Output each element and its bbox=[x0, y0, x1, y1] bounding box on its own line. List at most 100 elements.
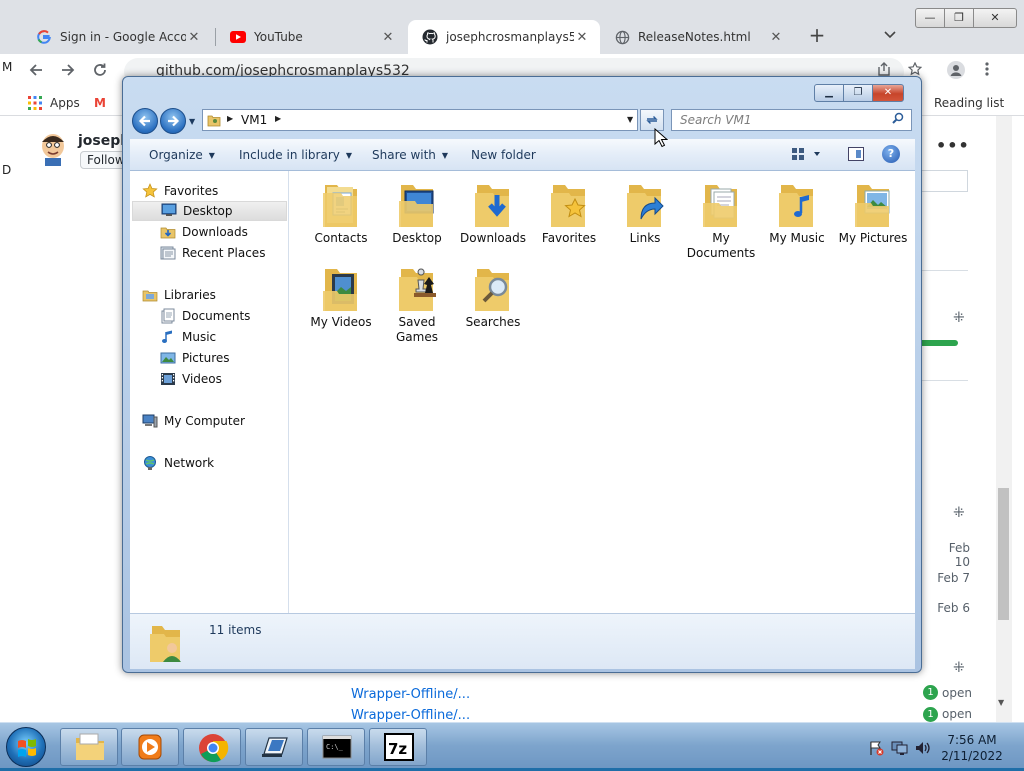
system-clock[interactable]: 7:56 AM 2/11/2022 bbox=[936, 732, 1008, 764]
new-tab-button[interactable]: + bbox=[806, 25, 828, 47]
move-icon[interactable]: ⁜ bbox=[953, 505, 965, 521]
address-dropdown-icon[interactable]: ▼ bbox=[627, 115, 633, 124]
share-with-button[interactable]: Share with ▼ bbox=[372, 148, 448, 162]
back-arrow-icon[interactable] bbox=[26, 62, 46, 82]
nav-music[interactable]: Music bbox=[160, 327, 216, 347]
change-view-icon[interactable] bbox=[792, 147, 822, 164]
recent-pages-chevron-icon[interactable]: ▼ bbox=[189, 117, 195, 126]
forward-button[interactable] bbox=[160, 108, 186, 134]
back-button[interactable] bbox=[132, 108, 158, 134]
tab-close-icon[interactable]: ✕ bbox=[768, 30, 784, 45]
folder-item-links[interactable]: Links bbox=[607, 179, 683, 246]
action-center-flag-icon[interactable] bbox=[868, 740, 884, 759]
taskbar-explorer[interactable] bbox=[60, 728, 118, 766]
folder-item-searches[interactable]: Searches bbox=[455, 263, 531, 330]
minimize-icon[interactable]: — bbox=[915, 8, 945, 28]
folder-item-favorites[interactable]: Favorites bbox=[531, 179, 607, 246]
minimize-icon[interactable]: ▁ bbox=[814, 84, 844, 102]
scrollbar-thumb[interactable] bbox=[998, 488, 1009, 620]
clock-time: 7:56 AM bbox=[947, 733, 997, 747]
pictures-icon bbox=[160, 350, 176, 366]
google-icon bbox=[36, 29, 52, 45]
help-icon[interactable]: ? bbox=[882, 145, 900, 163]
organize-button[interactable]: Organize ▼ bbox=[149, 148, 215, 162]
progress-bar bbox=[920, 340, 958, 346]
more-options-icon[interactable]: ••• bbox=[936, 136, 970, 155]
taskbar-chrome[interactable] bbox=[183, 728, 241, 766]
open-issues-badge[interactable]: 1 open bbox=[923, 685, 972, 700]
bookmark-apps[interactable]: Apps bbox=[28, 96, 80, 110]
folder-item-my-music[interactable]: My Music bbox=[759, 179, 835, 246]
search-box[interactable] bbox=[671, 109, 912, 131]
follow-button[interactable]: Follow bbox=[80, 151, 126, 169]
avatar[interactable] bbox=[38, 132, 68, 166]
tab-close-icon[interactable]: ✕ bbox=[380, 30, 396, 45]
folder-item-downloads[interactable]: Downloads bbox=[455, 179, 531, 246]
network-status-icon[interactable] bbox=[891, 740, 909, 759]
taskbar-media-player[interactable] bbox=[121, 728, 179, 766]
file-link[interactable]: Wrapper-Offline/... bbox=[351, 687, 470, 702]
reload-icon[interactable] bbox=[90, 62, 110, 82]
nav-network[interactable]: Network bbox=[142, 453, 214, 473]
nav-libraries[interactable]: Libraries bbox=[142, 285, 216, 305]
forward-arrow-icon[interactable] bbox=[58, 62, 78, 82]
move-icon[interactable]: ⁜ bbox=[953, 310, 965, 326]
reading-list[interactable]: Reading list bbox=[934, 96, 1004, 110]
nav-recent-places[interactable]: Recent Places bbox=[160, 243, 265, 263]
maximize-icon[interactable]: ❐ bbox=[944, 8, 974, 28]
divider bbox=[920, 270, 968, 271]
scroll-down-icon[interactable]: ▼ bbox=[998, 698, 1004, 707]
page-scrollbar[interactable] bbox=[996, 116, 1012, 722]
address-bar[interactable]: ▶ VM1 ▶ ▼ bbox=[202, 109, 638, 131]
nav-downloads[interactable]: Downloads bbox=[160, 222, 248, 242]
new-folder-button[interactable]: New folder bbox=[471, 148, 536, 162]
include-in-library-button[interactable]: Include in library ▼ bbox=[239, 148, 352, 162]
chrome-menu-icon[interactable] bbox=[984, 61, 990, 81]
gmail-icon[interactable]: M bbox=[94, 96, 106, 110]
nav-documents[interactable]: Documents bbox=[160, 306, 250, 326]
taskbar-command-prompt[interactable]: C:\_ bbox=[307, 728, 365, 766]
nav-videos[interactable]: Videos bbox=[160, 369, 222, 389]
taskbar-virtual-machine[interactable] bbox=[245, 728, 303, 766]
documents-icon bbox=[160, 308, 176, 324]
nav-desktop[interactable]: Desktop bbox=[132, 201, 287, 221]
taskbar-7zip[interactable]: 7z bbox=[369, 728, 427, 766]
volume-icon[interactable] bbox=[914, 740, 932, 759]
search-input[interactable] bbox=[678, 112, 878, 128]
nav-my-computer[interactable]: My Computer bbox=[142, 411, 245, 431]
user-folder-icon bbox=[148, 620, 188, 667]
close-icon[interactable]: ✕ bbox=[973, 8, 1017, 28]
folder-item-my-videos[interactable]: My Videos bbox=[303, 263, 379, 330]
nav-pictures[interactable]: Pictures bbox=[160, 348, 230, 368]
breadcrumb-arrow-icon[interactable]: ▶ bbox=[275, 114, 281, 123]
tab-youtube[interactable]: YouTube ✕ bbox=[216, 20, 406, 54]
search-icon[interactable] bbox=[892, 112, 904, 127]
breadcrumb-arrow-icon[interactable]: ▶ bbox=[227, 114, 233, 123]
edge-text: M bbox=[2, 60, 13, 74]
breadcrumb-segment[interactable]: VM1 bbox=[241, 113, 267, 127]
downloads-folder-icon bbox=[160, 224, 176, 240]
folder-item-saved-games[interactable]: Saved Games bbox=[379, 263, 455, 345]
folder-item-contacts[interactable]: Contacts bbox=[303, 179, 379, 246]
folder-item-my-documents[interactable]: My Documents bbox=[683, 179, 759, 261]
start-button[interactable] bbox=[6, 727, 46, 767]
folder-item-my-pictures[interactable]: My Pictures bbox=[835, 179, 911, 246]
chevron-down-icon: ▼ bbox=[345, 150, 353, 160]
github-input-box[interactable] bbox=[920, 170, 968, 192]
close-icon[interactable]: ✕ bbox=[872, 84, 904, 102]
file-link[interactable]: Wrapper-Offline/... bbox=[351, 708, 470, 722]
tab-search-chevron-icon[interactable] bbox=[884, 28, 896, 42]
desktop-icon bbox=[161, 203, 177, 219]
tab-release-notes[interactable]: ReleaseNotes.html ✕ bbox=[600, 20, 794, 54]
open-issues-badge[interactable]: 1 open bbox=[923, 706, 972, 722]
favorites-folder-icon bbox=[543, 179, 595, 229]
profile-avatar-icon[interactable] bbox=[947, 61, 965, 83]
folder-item-desktop[interactable]: Desktop bbox=[379, 179, 455, 246]
preview-pane-icon[interactable] bbox=[848, 147, 864, 161]
tab-close-icon[interactable]: ✕ bbox=[186, 30, 202, 45]
tab-close-icon[interactable]: ✕ bbox=[574, 30, 590, 45]
tab-github[interactable]: josephcrosmanplays532 ✕ bbox=[408, 20, 600, 54]
maximize-icon[interactable]: ❐ bbox=[843, 84, 873, 102]
nav-favorites[interactable]: Favorites bbox=[142, 181, 218, 201]
tab-google-signin[interactable]: Sign in - Google Accou ✕ bbox=[22, 20, 212, 54]
